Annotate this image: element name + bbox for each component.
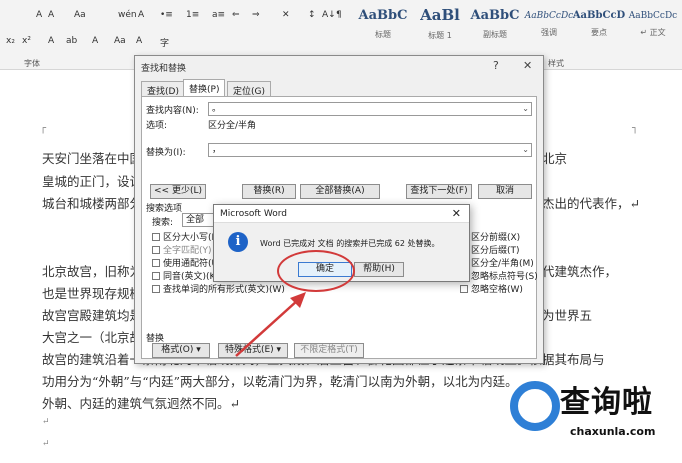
magnifier-logo-icon [510,381,560,431]
watermark-url: chaxunla.com [570,425,656,438]
watermark: 查询啦 chaxunla.com [510,375,682,463]
watermark-text: 查询啦 [560,385,653,420]
